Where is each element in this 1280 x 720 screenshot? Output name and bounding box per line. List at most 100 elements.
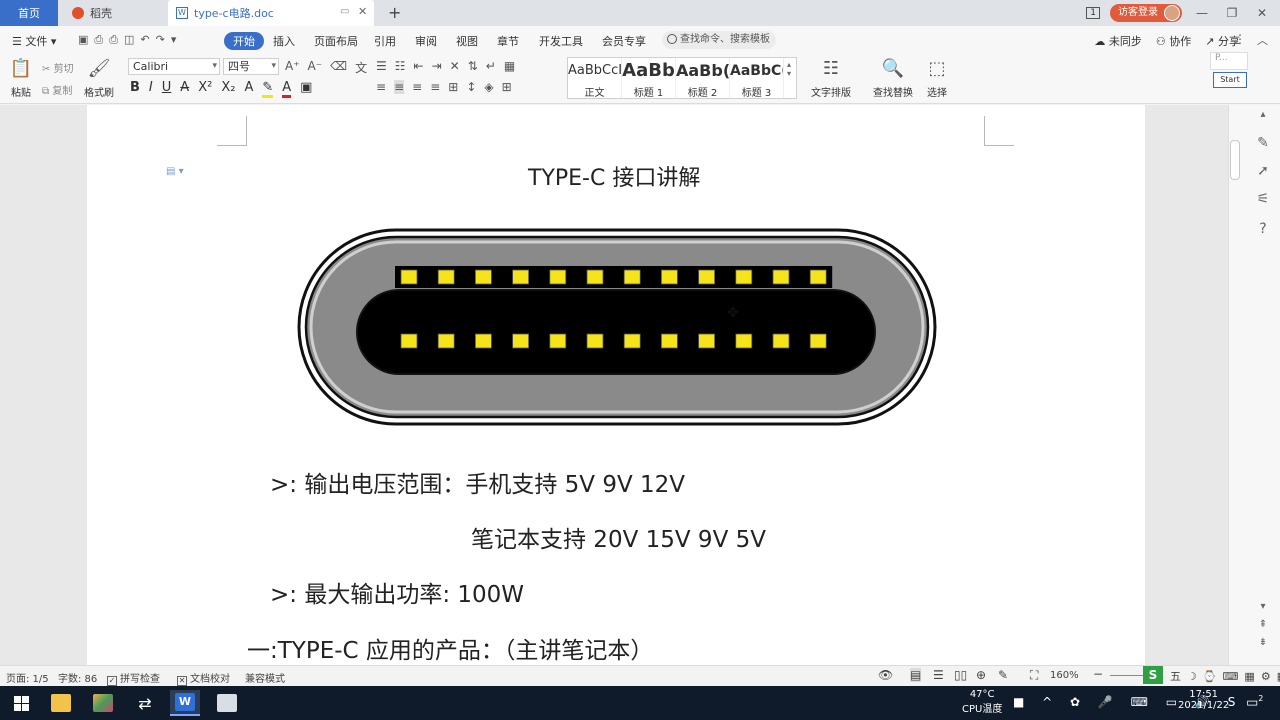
justify-icon[interactable]: ≡ — [430, 80, 440, 94]
vertical-scrollbar-thumb[interactable] — [1230, 140, 1240, 180]
mini-start-button[interactable]: Start — [1213, 72, 1247, 88]
fit-page-icon[interactable]: ⛶ — [1030, 668, 1038, 683]
windows-start-icon[interactable] — [6, 690, 36, 716]
phonetic-icon[interactable]: 文 — [355, 59, 367, 76]
page-up-icon[interactable]: ⇞ — [1253, 619, 1273, 630]
eye-protect-icon[interactable]: 👁 — [878, 668, 893, 682]
clear-format-icon[interactable]: ⌫ — [330, 59, 347, 76]
menu-file[interactable]: ☰ 文件 ▾ — [12, 33, 56, 49]
new-tab-icon[interactable]: + — [388, 3, 401, 22]
page-view-icon[interactable]: ▤ — [910, 668, 922, 682]
font-color-icon[interactable]: A — [282, 80, 292, 98]
tab-document[interactable]: W type-c电路.doc ▭ ✕ — [168, 0, 374, 26]
strikethrough-icon[interactable]: A — [180, 80, 189, 98]
font-effect-icon[interactable]: A — [244, 80, 253, 98]
wps-s-icon[interactable]: S — [1143, 666, 1163, 684]
page-count-badge[interactable]: 1 — [1086, 7, 1100, 19]
menu-page-layout[interactable]: 页面布局 — [314, 33, 358, 49]
outdent-icon[interactable]: ⇤ — [414, 59, 424, 73]
align-left-icon[interactable]: ≡ — [376, 80, 386, 94]
menu-developer[interactable]: 开发工具 — [539, 33, 583, 49]
table-icon[interactable]: ▦ — [504, 59, 515, 73]
more-menu-icon[interactable]: ⋮ — [1234, 32, 1246, 46]
spell-check-toggle[interactable]: ✓ 拼写检查 — [107, 670, 160, 686]
indent-icon[interactable]: ⇥ — [432, 59, 442, 73]
scroll-up-icon[interactable]: ▴ — [1253, 109, 1273, 120]
paste-button[interactable]: 📋 粘贴 — [4, 56, 38, 99]
superscript-icon[interactable]: X² — [198, 80, 212, 98]
find-replace-button[interactable]: 🔍 查找替换 — [870, 56, 916, 99]
collapse-ribbon-icon[interactable]: ︿ — [1257, 32, 1268, 48]
subscript-icon[interactable]: X₂ — [221, 80, 235, 98]
show-marks-icon[interactable]: ↵ — [486, 59, 496, 73]
zoom-level[interactable]: 160% — [1050, 670, 1079, 681]
paragraph-handle-icon[interactable]: ▤ ▾ — [166, 166, 184, 177]
collaborate-button[interactable]: ⚇ 协作 — [1156, 33, 1191, 49]
sort-icon[interactable]: ⇅ — [468, 59, 478, 73]
menu-start[interactable]: 开始 — [224, 32, 264, 50]
zoom-out-icon[interactable]: − — [1093, 667, 1103, 681]
menu-section[interactable]: 章节 — [497, 33, 519, 49]
underline-icon[interactable]: U — [162, 80, 172, 98]
tab-monitor-icon[interactable]: ▭ — [340, 6, 349, 17]
font-size-select[interactable]: 四号 — [223, 58, 279, 75]
sync-button[interactable]: ☁ 未同步 — [1094, 33, 1142, 49]
wps-writer-taskbar-icon[interactable]: W — [170, 690, 200, 716]
borders-icon[interactable]: ⊞ — [502, 80, 512, 94]
image-app-icon[interactable] — [88, 690, 118, 716]
align-center-icon[interactable]: ≡ — [394, 80, 405, 94]
settings-sliders-icon[interactable]: ⚟ — [1253, 191, 1273, 207]
proofread-toggle[interactable]: ✕ 文档校对 — [177, 670, 230, 686]
quick-access-icons[interactable]: ▣⎙⎙◫↶↷▾ — [78, 33, 182, 47]
numbered-list-icon[interactable]: ☷ — [395, 59, 406, 73]
menu-member[interactable]: 会员专享 — [602, 33, 646, 49]
outline-view-icon[interactable]: ☰ — [933, 668, 944, 682]
align-right-icon[interactable]: ≡ — [412, 80, 422, 94]
highlight-icon[interactable]: ✎ — [262, 80, 274, 98]
tab-home[interactable]: 首页 — [0, 0, 58, 26]
bold-icon[interactable]: B — [130, 80, 140, 98]
help-icon[interactable]: ? — [1253, 221, 1273, 237]
shuffle-app-icon[interactable]: ⇄ — [130, 690, 160, 716]
scroll-down-icon[interactable]: ▾ — [1253, 601, 1273, 612]
typec-connector-diagram[interactable] — [297, 226, 937, 428]
cpu-temperature[interactable]: 47°C CPU温度 — [962, 689, 1002, 715]
document-page[interactable]: ▤ ▾ TYPE-C 接口讲解 >: 输出电压范围：手机支持 5V 9V 12V… — [87, 105, 1145, 665]
status-words[interactable]: 字数: 86 — [58, 670, 97, 685]
copy-button[interactable]: ⧉ 复制 — [42, 82, 72, 97]
select-button[interactable]: ⬚ 选择 — [922, 56, 952, 99]
write-view-icon[interactable]: ✎ — [998, 668, 1008, 682]
pointer-icon[interactable]: ➚ — [1253, 163, 1273, 179]
text-layout-button[interactable]: ☷ 文字排版 — [808, 56, 854, 99]
char-border-icon[interactable]: ▣ — [300, 80, 312, 98]
menu-view[interactable]: 视图 — [456, 33, 478, 49]
bullet-list-icon[interactable]: ☰ — [376, 59, 387, 73]
minimize-icon[interactable]: — — [1192, 6, 1212, 20]
shading-icon[interactable]: ◈ — [484, 80, 493, 94]
screen-recorder-icon[interactable] — [212, 690, 242, 716]
restore-icon[interactable]: ❐ — [1222, 6, 1242, 20]
grow-font-icon[interactable]: A⁺ — [285, 59, 300, 76]
clock[interactable]: 17:51 2021/1/22 — [1178, 689, 1229, 711]
format-painter-button[interactable]: 🖌 格式刷 — [82, 56, 116, 99]
menu-review[interactable]: 审阅 — [415, 33, 437, 49]
tab-close-icon[interactable]: ✕ — [358, 5, 367, 18]
notification-icon[interactable]: ▭2 — [1246, 694, 1263, 710]
style-heading-1[interactable]: AaBb 标题 1 — [622, 58, 676, 98]
style-heading-3[interactable]: AaBbC( 标题 3 — [730, 58, 784, 98]
login-button[interactable]: 访客登录 — [1110, 4, 1182, 22]
ime-toolbar-icons[interactable]: 五☽⌚⌨▦⚙▦ — [1170, 668, 1280, 684]
close-window-icon[interactable]: ✕ — [1252, 6, 1272, 20]
line-spacing-icon[interactable]: ↕ — [466, 80, 476, 94]
styles-more-icon[interactable]: ▴ ▾ — [784, 58, 791, 98]
italic-icon[interactable]: I — [149, 80, 153, 98]
page-down-icon[interactable]: ⇟ — [1253, 637, 1273, 648]
command-search-input[interactable]: 查找命令、搜索模板 — [662, 31, 776, 49]
style-normal[interactable]: AaBbCcI 正文 — [568, 58, 622, 98]
status-page[interactable]: 页面: 1/5 — [6, 670, 49, 685]
font-name-select[interactable]: Calibri — [128, 58, 220, 75]
menu-references[interactable]: 引用 — [374, 33, 396, 49]
font-size-tools[interactable]: A⁺ A⁻ ⌫ 文 — [285, 59, 367, 76]
distribute-icon[interactable]: ⊞ — [448, 80, 458, 94]
edit-pen-icon[interactable]: ✎ — [1253, 135, 1273, 151]
